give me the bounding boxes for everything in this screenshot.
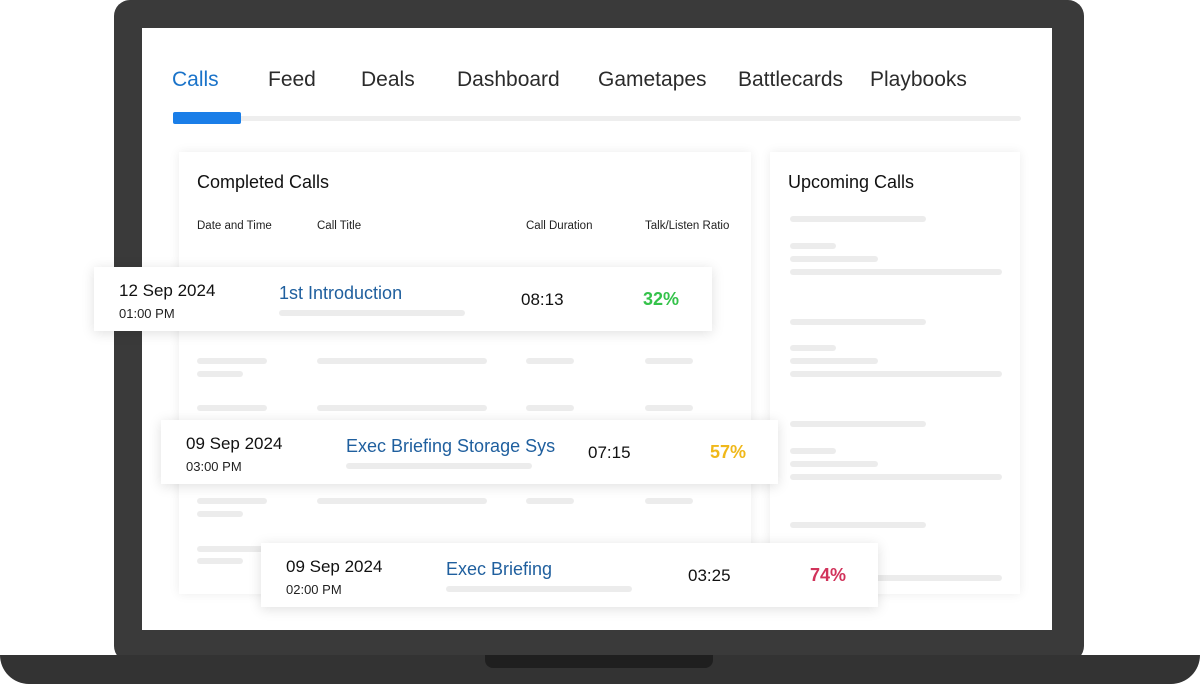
call-title-link[interactable]: Exec Briefing	[446, 559, 552, 580]
call-title-link[interactable]: Exec Briefing Storage Sys	[346, 436, 555, 457]
title-placeholder	[446, 586, 632, 592]
call-time: 01:00 PM	[119, 306, 175, 321]
completed-calls-panel: Completed Calls Date and Time Call Title…	[179, 152, 751, 594]
column-header-date: Date and Time	[197, 220, 272, 232]
call-duration: 07:15	[588, 443, 631, 462]
talk-listen-ratio: 74%	[810, 565, 847, 585]
tab-deals[interactable]: Deals	[361, 68, 415, 92]
title-placeholder	[279, 310, 465, 316]
tab-playbooks[interactable]: Playbooks	[870, 68, 967, 92]
call-date: 12 Sep 2024	[119, 281, 216, 300]
tab-battlecards[interactable]: Battlecards	[738, 68, 843, 92]
title-placeholder	[346, 463, 532, 469]
tab-gametapes[interactable]: Gametapes	[598, 68, 707, 92]
upcoming-calls-panel: Upcoming Calls	[770, 152, 1020, 594]
call-card-3[interactable]: 09 Sep 2024 02:00 PM Exec Briefing 03:25…	[261, 543, 878, 607]
call-title-link[interactable]: 1st Introduction	[279, 283, 402, 304]
call-date: 09 Sep 2024	[186, 434, 283, 453]
tab-feed[interactable]: Feed	[268, 68, 316, 92]
column-header-duration: Call Duration	[526, 220, 593, 232]
call-duration: 08:13	[521, 290, 564, 309]
column-header-ratio: Talk/Listen Ratio	[645, 220, 730, 232]
call-time: 02:00 PM	[286, 582, 342, 597]
upcoming-calls-title: Upcoming Calls	[788, 172, 915, 192]
tab-calls[interactable]: Calls	[172, 68, 219, 92]
call-time: 03:00 PM	[186, 459, 242, 474]
talk-listen-ratio: 57%	[710, 442, 747, 462]
tab-track	[173, 116, 1021, 121]
main-tabs: Calls Feed Deals Dashboard Gametapes Bat…	[142, 68, 1052, 98]
tab-dashboard[interactable]: Dashboard	[457, 68, 560, 92]
talk-listen-ratio: 32%	[643, 289, 680, 309]
call-date: 09 Sep 2024	[286, 557, 383, 576]
call-card-1[interactable]: 12 Sep 2024 01:00 PM 1st Introduction 08…	[94, 267, 712, 331]
completed-calls-title: Completed Calls	[197, 172, 330, 192]
active-tab-indicator	[173, 112, 241, 124]
laptop-notch	[485, 655, 713, 668]
call-duration: 03:25	[688, 566, 731, 585]
column-header-title: Call Title	[317, 220, 362, 232]
call-card-2[interactable]: 09 Sep 2024 03:00 PM Exec Briefing Stora…	[161, 420, 778, 484]
